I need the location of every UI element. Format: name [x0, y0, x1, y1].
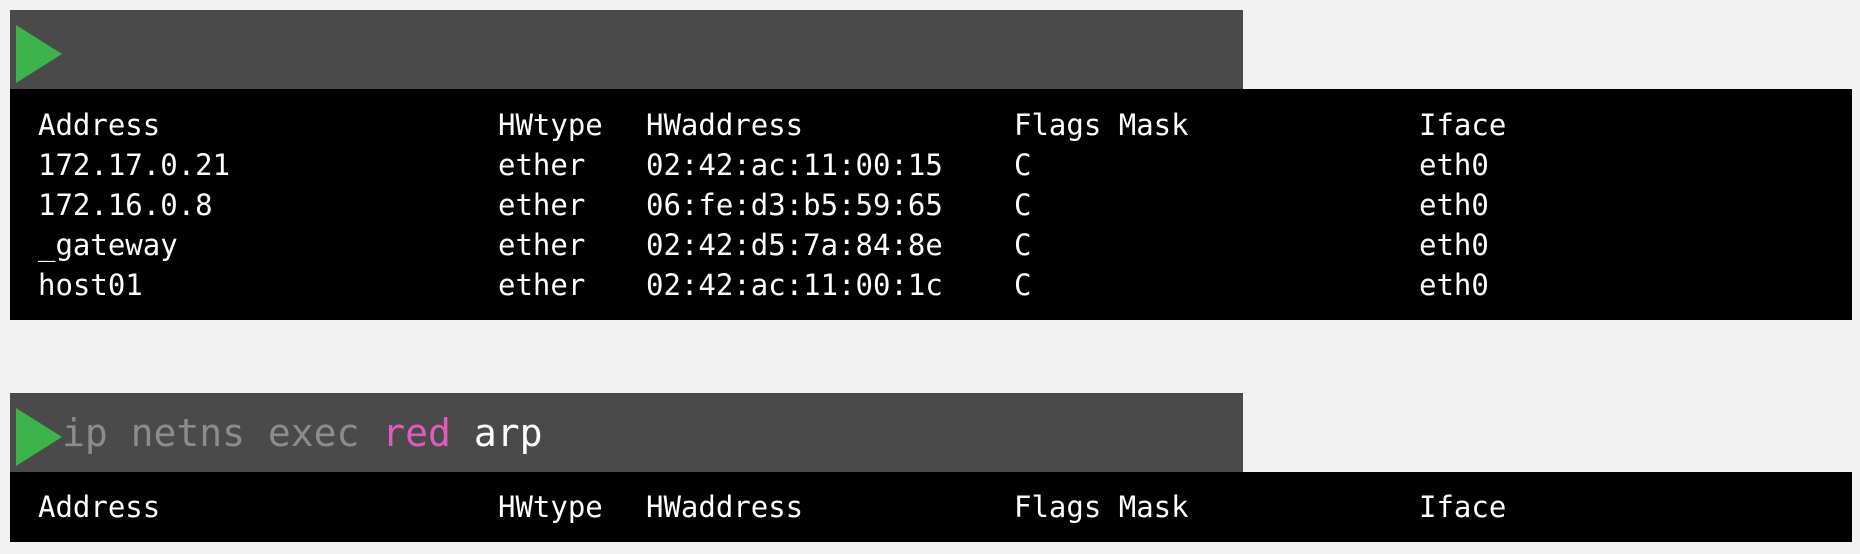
command-text: ip netns exec red arp: [62, 408, 542, 458]
table-row: 172.17.0.21 ether 02:42:ac:11:00:15 C et…: [38, 145, 1569, 185]
flags-cell: C: [1014, 268, 1032, 302]
address-cell: _gateway: [38, 228, 178, 262]
flags-cell: C: [1014, 148, 1032, 182]
iface-cell: eth0: [1419, 148, 1489, 182]
column-header: Address: [38, 490, 161, 524]
command-bar: arp: [10, 10, 1243, 122]
table-header-row: Address HWtype HWaddress Flags Mask Ifac…: [38, 105, 1569, 145]
address-cell: host01: [38, 268, 143, 302]
column-header: HWtype: [498, 490, 603, 524]
play-icon: [16, 408, 62, 466]
command-token: ip netns exec: [62, 411, 383, 455]
iface-cell: eth0: [1419, 188, 1489, 222]
flags-cell: C: [1014, 228, 1032, 262]
hwaddress-cell: 02:42:ac:11:00:1c: [646, 268, 943, 302]
column-header: Flags Mask: [1014, 108, 1189, 142]
column-header: HWtype: [498, 108, 603, 142]
table-row: 172.16.0.8 ether 06:fe:d3:b5:59:65 C eth…: [38, 185, 1569, 225]
hwtype-cell: ether: [498, 268, 586, 302]
command-output: Address HWtype HWaddress Flags Mask Ifac…: [10, 472, 1852, 542]
flags-cell: C: [1014, 188, 1032, 222]
hwtype-cell: ether: [498, 188, 586, 222]
address-cell: 172.17.0.21: [38, 148, 231, 182]
table-row: _gateway ether 02:42:d5:7a:84:8e C eth0: [38, 225, 1569, 265]
hwaddress-cell: 06:fe:d3:b5:59:65: [646, 188, 943, 222]
command-bar: ip netns exec red arp: [10, 393, 1243, 472]
column-header: Flags Mask: [1014, 490, 1189, 524]
hwaddress-cell: 02:42:ac:11:00:15: [646, 148, 943, 182]
hwtype-cell: ether: [498, 228, 586, 262]
column-header: Iface: [1419, 490, 1507, 524]
table-row: host01 ether 02:42:ac:11:00:1c C eth0: [38, 265, 1569, 305]
column-header: Address: [38, 108, 161, 142]
hwaddress-cell: 02:42:d5:7a:84:8e: [646, 228, 943, 262]
hwtype-cell: ether: [498, 148, 586, 182]
arp-table: Address HWtype HWaddress Flags Mask Ifac…: [38, 105, 1569, 305]
iface-cell: eth0: [1419, 228, 1489, 262]
column-header: HWaddress: [646, 108, 804, 142]
table-header-row: Address HWtype HWaddress Flags Mask Ifac…: [38, 487, 1569, 527]
column-header: Iface: [1419, 108, 1507, 142]
command-output: Address HWtype HWaddress Flags Mask Ifac…: [10, 89, 1852, 320]
play-icon: [16, 25, 62, 83]
command-token-namespace: red: [382, 411, 451, 455]
iface-cell: eth0: [1419, 268, 1489, 302]
column-header: HWaddress: [646, 490, 804, 524]
arp-table: Address HWtype HWaddress Flags Mask Ifac…: [38, 487, 1569, 527]
address-cell: 172.16.0.8: [38, 188, 213, 222]
command-token: arp: [450, 411, 543, 455]
